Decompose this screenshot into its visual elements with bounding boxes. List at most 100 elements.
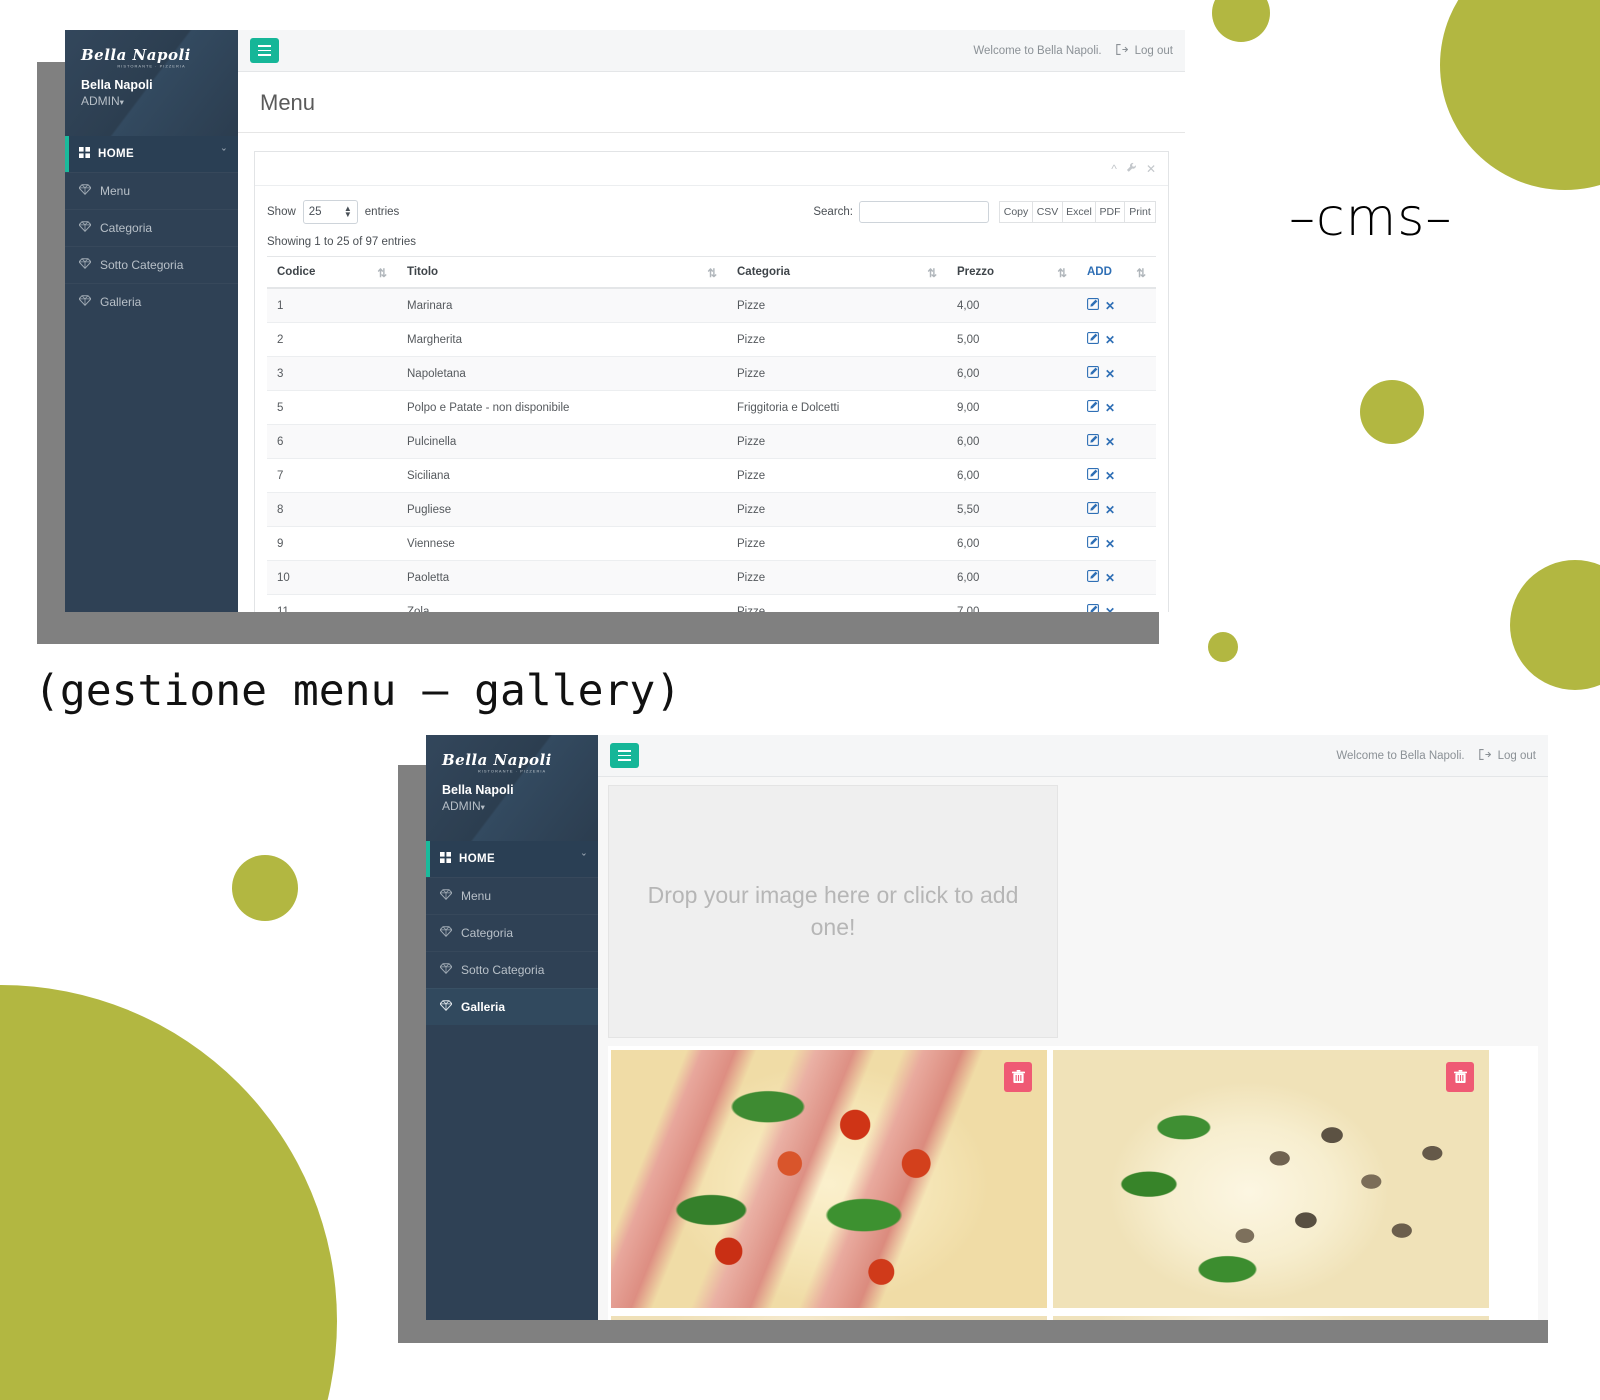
column-header-titolo[interactable]: Titolo ⇅	[397, 256, 727, 289]
panel-header: ^ ✕	[255, 152, 1168, 186]
export-excel-button[interactable]: Excel	[1063, 201, 1096, 223]
sidebar-brand: Bella Napoli RISTORANTE · PIZZERIA Bella…	[426, 735, 598, 823]
menu-toggle-button[interactable]	[250, 38, 279, 63]
table-row: 10 Paoletta Pizze 6,00 ✕	[267, 560, 1156, 595]
table-head: Codice ⇅ Titolo ⇅ Categoria ⇅ Prezzo ⇅ A…	[267, 256, 1156, 289]
hamburger-icon	[258, 45, 271, 47]
cell-codice: 9	[267, 526, 397, 561]
close-icon[interactable]: ✕	[1105, 333, 1115, 347]
export-csv-button[interactable]: CSV	[1033, 201, 1063, 223]
chevron-up-icon[interactable]: ^	[1111, 162, 1117, 176]
page-title: Menu	[260, 90, 316, 115]
dropzone-text: Drop your image here or click to add one…	[647, 882, 1019, 940]
gem-icon	[78, 258, 92, 272]
column-header-add[interactable]: ADD ⇅	[1077, 256, 1156, 289]
topbar: Welcome to Bella Napoli. Log out	[238, 30, 1185, 72]
close-icon[interactable]: ✕	[1105, 299, 1115, 313]
menu-toggle-button[interactable]	[610, 743, 639, 768]
logout-icon	[1478, 748, 1491, 763]
edit-icon[interactable]	[1087, 502, 1099, 517]
table-row: 8 Pugliese Pizze 5,50 ✕	[267, 492, 1156, 527]
datatable-panel: ^ ✕ Show 25 ▲ ▼ entries Search: Copy CSV…	[254, 151, 1169, 612]
delete-image-button[interactable]	[1004, 1062, 1032, 1092]
gem-icon	[78, 221, 92, 235]
column-header-codice[interactable]: Codice ⇅	[267, 256, 397, 289]
column-header-categoria[interactable]: Categoria ⇅	[727, 256, 947, 289]
sidebar-item-galleria[interactable]: Galleria	[426, 988, 598, 1025]
table-row: 7 Siciliana Pizze 6,00 ✕	[267, 458, 1156, 493]
close-icon[interactable]: ✕	[1105, 503, 1115, 517]
sidebar-item-categoria[interactable]: Categoria	[65, 209, 238, 246]
datatable-right-controls: Search: Copy CSV Excel PDF Print	[813, 201, 1156, 223]
export-pdf-button[interactable]: PDF	[1096, 201, 1125, 223]
gallery-image	[1053, 1316, 1489, 1320]
sidebar-item-menu[interactable]: Menu	[65, 172, 238, 209]
edit-icon[interactable]	[1087, 604, 1099, 612]
cell-categoria: Friggitoria e Dolcetti	[727, 390, 947, 425]
edit-icon[interactable]	[1087, 434, 1099, 449]
image-gallery	[608, 1046, 1538, 1320]
cell-prezzo: 6,00	[947, 458, 1077, 493]
edit-icon[interactable]	[1087, 400, 1099, 415]
sort-icon: ⇅	[1057, 268, 1067, 280]
sidebar-nav: HOME ˇ Menu Categoria Sotto Categoria Ga…	[65, 136, 238, 320]
cell-categoria: Pizze	[727, 424, 947, 459]
sidebar-item-home[interactable]: HOME ˇ	[65, 136, 238, 172]
edit-icon[interactable]	[1087, 536, 1099, 551]
cell-actions: ✕	[1077, 356, 1156, 391]
export-print-button[interactable]: Print	[1125, 201, 1156, 223]
page-length-select[interactable]: 25 ▲ ▼	[302, 200, 358, 224]
wrench-icon[interactable]	[1126, 160, 1137, 178]
edit-icon[interactable]	[1087, 332, 1099, 347]
brand-role[interactable]: ADMIN▾	[442, 799, 582, 813]
sort-icon: ⇅	[1136, 268, 1146, 280]
cell-actions: ✕	[1077, 390, 1156, 425]
sidebar-item-menu[interactable]: Menu	[426, 877, 598, 914]
close-icon[interactable]: ✕	[1105, 401, 1115, 415]
edit-icon[interactable]	[1087, 298, 1099, 313]
delete-image-button[interactable]	[1446, 1062, 1474, 1092]
sidebar-item-sotto-categoria[interactable]: Sotto Categoria	[426, 951, 598, 988]
gallery-item[interactable]	[611, 1050, 1047, 1308]
close-icon[interactable]: ✕	[1146, 162, 1156, 176]
sidebar-item-home[interactable]: HOME ˇ	[426, 841, 598, 877]
panel-body: Show 25 ▲ ▼ entries Search: Copy CSV Exc…	[255, 186, 1168, 612]
table-row: 11 Zola Pizze 7,00 ✕	[267, 594, 1156, 612]
sidebar-item-categoria-label: Categoria	[100, 221, 153, 235]
edit-icon[interactable]	[1087, 468, 1099, 483]
edit-icon[interactable]	[1087, 570, 1099, 585]
cell-actions: ✕	[1077, 424, 1156, 459]
topbar-right: Welcome to Bella Napoli. Log out	[1336, 748, 1536, 763]
deco-circle-top-right-small	[1212, 0, 1270, 42]
topbar-right: Welcome to Bella Napoli. Log out	[973, 43, 1173, 58]
search-input[interactable]	[859, 201, 989, 223]
logout-link[interactable]: Log out	[1115, 43, 1173, 58]
close-icon[interactable]: ✕	[1105, 469, 1115, 483]
image-dropzone[interactable]: Drop your image here or click to add one…	[608, 785, 1058, 1038]
cell-titolo: Viennese	[397, 526, 727, 561]
cell-prezzo: 6,00	[947, 526, 1077, 561]
sidebar-item-categoria[interactable]: Categoria	[426, 914, 598, 951]
export-copy-button[interactable]: Copy	[999, 201, 1033, 223]
sidebar-item-home-label: HOME	[459, 853, 496, 865]
brand-role[interactable]: ADMIN▾	[81, 94, 222, 108]
close-icon[interactable]: ✕	[1105, 367, 1115, 381]
menu-table: Codice ⇅ Titolo ⇅ Categoria ⇅ Prezzo ⇅ A…	[267, 256, 1156, 612]
close-icon[interactable]: ✕	[1105, 605, 1115, 612]
sidebar-item-sotto-categoria[interactable]: Sotto Categoria	[65, 246, 238, 283]
hamburger-icon	[618, 750, 631, 752]
gallery-item[interactable]	[611, 1316, 1047, 1320]
sidebar-item-galleria[interactable]: Galleria	[65, 283, 238, 320]
cell-titolo: Siciliana	[397, 458, 727, 493]
logout-link[interactable]: Log out	[1478, 748, 1536, 763]
close-icon[interactable]: ✕	[1105, 537, 1115, 551]
close-icon[interactable]: ✕	[1105, 571, 1115, 585]
edit-icon[interactable]	[1087, 366, 1099, 381]
close-icon[interactable]: ✕	[1105, 435, 1115, 449]
gallery-item[interactable]	[1053, 1316, 1489, 1320]
gallery-item[interactable]	[1053, 1050, 1489, 1308]
sidebar-nav: HOME ˇ Menu Categoria Sotto Categoria Ga…	[426, 841, 598, 1025]
column-header-prezzo[interactable]: Prezzo ⇅	[947, 256, 1077, 289]
cell-codice: 6	[267, 424, 397, 459]
cell-titolo: Napoletana	[397, 356, 727, 391]
